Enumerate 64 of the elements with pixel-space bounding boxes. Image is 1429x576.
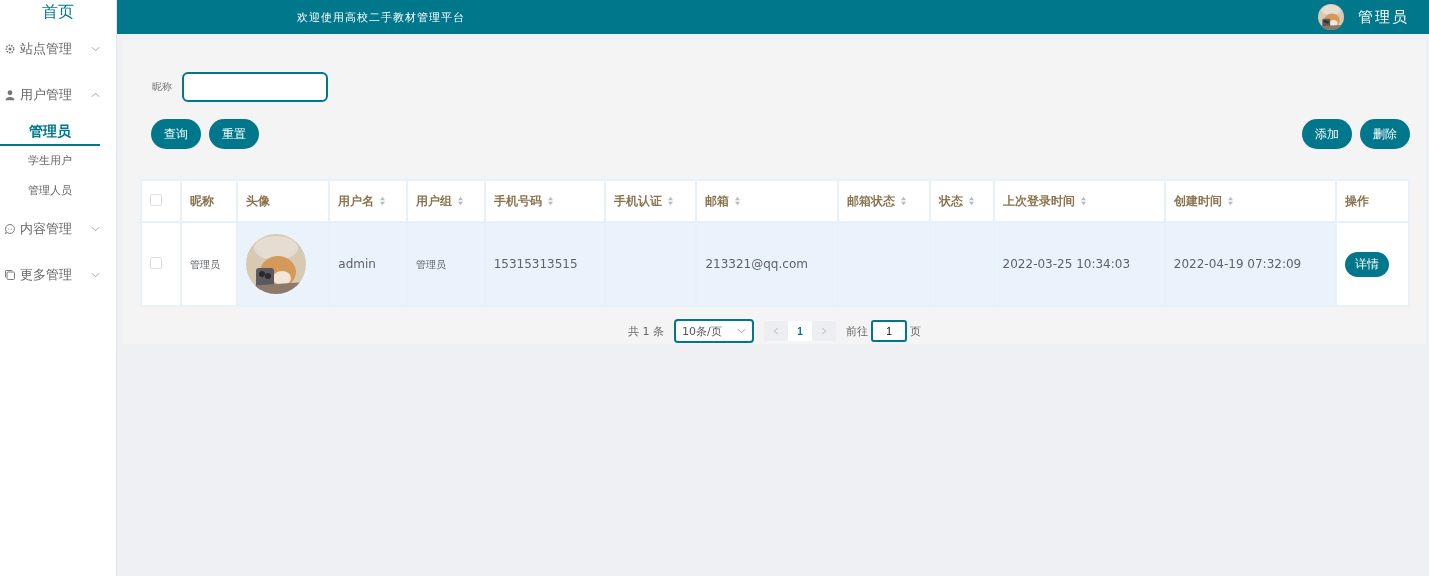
table-cell: 2022-03-25 10:34:03 (1002, 257, 1131, 271)
user-icon (4, 89, 16, 101)
action-button[interactable]: 删除 (1360, 119, 1410, 149)
next-page-icon[interactable] (812, 321, 836, 341)
sidebar-subitem[interactable]: 学生用户 (0, 146, 100, 176)
chevron-icon (91, 92, 100, 98)
page-size-select[interactable]: 10条/页 (674, 319, 754, 343)
column-header[interactable]: 手机认证 (613, 193, 662, 208)
column-header[interactable]: 手机号码 (493, 193, 542, 208)
chevron-icon (91, 226, 100, 232)
table-cell: 2022-04-19 07:32:09 (1173, 257, 1302, 271)
column-header[interactable]: 用户组 (415, 193, 452, 208)
sidebar-item[interactable]: 站点管理 (0, 26, 116, 72)
header-title: 欢迎使用高校二手教材管理平台 (297, 9, 465, 25)
action-button[interactable]: 查询 (151, 119, 201, 149)
sidebar-title[interactable]: 首页 (0, 0, 116, 26)
sidebar-subitem[interactable]: 管理人员 (0, 176, 100, 206)
action-button[interactable]: 重置 (209, 119, 259, 149)
action-button[interactable]: 添加 (1302, 119, 1352, 149)
column-header[interactable]: 昵称 (190, 193, 214, 208)
sidebar-item[interactable]: 内容管理 (0, 206, 116, 252)
field-label: 昵称 (152, 80, 172, 94)
column-header[interactable]: 邮箱状态 (847, 193, 896, 208)
chat-icon (4, 223, 16, 235)
sort-icon[interactable] (900, 196, 908, 206)
chevron-icon (91, 272, 100, 278)
table-cell: 管理员 (415, 258, 446, 270)
copy-icon (4, 269, 16, 281)
sort-icon[interactable] (1079, 196, 1087, 206)
goto-page-field[interactable]: 1 (871, 320, 907, 342)
sort-icon[interactable] (734, 196, 742, 206)
sidebar-item[interactable]: 用户管理 (0, 72, 116, 118)
sidebar-item[interactable]: 更多管理 (0, 252, 116, 298)
sort-icon[interactable] (1226, 196, 1234, 206)
total-count: 共 1 条 (628, 323, 664, 339)
sort-icon[interactable] (968, 196, 976, 206)
goto-label: 前往 (846, 323, 868, 339)
table-cell: admin (338, 257, 376, 271)
checkbox[interactable] (150, 256, 162, 269)
nickname-field[interactable] (182, 72, 328, 102)
column-header[interactable]: 状态 (939, 193, 964, 208)
column-header[interactable]: 上次登录时间 (1002, 193, 1075, 208)
details-button[interactable]: 详情 (1344, 251, 1389, 277)
sort-icon[interactable] (379, 196, 387, 206)
sidebar-subitem[interactable]: 管理员 (0, 118, 100, 146)
user-name[interactable]: 管理员 (1358, 7, 1409, 27)
checkbox[interactable] (150, 193, 162, 206)
page-number[interactable]: 1 (788, 321, 812, 341)
prev-page-icon[interactable] (764, 321, 788, 341)
column-header[interactable]: 邮箱 (705, 193, 730, 208)
column-header[interactable]: 创建时间 (1173, 193, 1222, 208)
table-cell: 213321@qq.com (705, 257, 808, 271)
page-suffix: 页 (910, 323, 921, 339)
column-header[interactable]: 用户名 (338, 193, 375, 208)
table-cell: 15315313515 (493, 257, 578, 271)
column-header[interactable]: 头像 (246, 193, 271, 208)
column-header[interactable]: 操作 (1344, 193, 1369, 208)
sort-icon[interactable] (666, 196, 674, 206)
sort-icon[interactable] (546, 196, 554, 206)
table-cell: 管理员 (190, 258, 220, 270)
chevron-icon (737, 328, 746, 334)
gear-icon (4, 43, 16, 55)
chevron-icon (91, 46, 100, 52)
sort-icon[interactable] (456, 196, 464, 206)
